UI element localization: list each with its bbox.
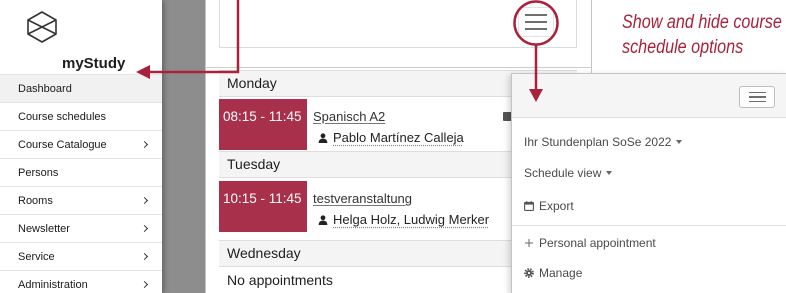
caret-down-icon [606, 171, 613, 175]
hamburger-icon-line [748, 96, 766, 98]
plus-icon [525, 239, 533, 247]
sidebar-item-label: Course Catalogue [18, 139, 107, 151]
sidebar: myStudy Dashboard Course schedules Cours… [0, 0, 162, 293]
chevron-right-icon [140, 224, 149, 233]
caret-down-icon [676, 140, 683, 144]
gear-icon [524, 268, 534, 278]
manage-label: Manage [539, 266, 583, 280]
schedule-view-label: Schedule view [524, 166, 602, 180]
sidebar-item-course-catalogue[interactable]: Course Catalogue [0, 130, 162, 158]
annotation-line: schedule options [622, 37, 744, 58]
sidebar-item-label: Course schedules [18, 111, 107, 123]
no-appointments-text: No appointments [227, 272, 333, 288]
person-icon [318, 133, 328, 143]
mystudy-logo-icon [27, 11, 57, 43]
options-menu-toggle-button[interactable] [739, 86, 775, 108]
schedule-options-panel: Ihr Stundenplan SoSe 2022 Schedule view … [511, 73, 786, 293]
sidebar-item-label: Newsletter [18, 223, 70, 235]
event-title-link[interactable]: Spanisch A2 [313, 109, 385, 125]
export-label: Export [539, 199, 574, 213]
sidebar-item-administration[interactable]: Administration [0, 270, 162, 293]
annotation-line: Show and hide course [622, 12, 782, 33]
personal-appointment-button[interactable]: Personal appointment [524, 233, 656, 253]
calendar-icon [524, 201, 534, 211]
sidebar-item-newsletter[interactable]: Newsletter [0, 214, 162, 242]
personal-appointment-label: Personal appointment [539, 236, 656, 250]
schedule-view-dropdown[interactable]: Schedule view [524, 163, 613, 183]
sidebar-item-course-schedules[interactable]: Course schedules [0, 102, 162, 130]
sidebar-item-persons[interactable]: Persons [0, 158, 162, 186]
sidebar-item-rooms[interactable]: Rooms [0, 186, 162, 214]
export-button[interactable]: Export [524, 196, 574, 216]
chevron-right-icon [140, 252, 149, 261]
sidebar-item-label: Dashboard [18, 83, 72, 95]
event-person-link[interactable]: Helga Holz, Ludwig Merker [333, 212, 489, 227]
tutorial-screenshot: myStudy Dashboard Course schedules Cours… [0, 0, 786, 293]
logo-text: myStudy [62, 55, 126, 72]
event-title-link[interactable]: testveranstaltung [313, 191, 412, 207]
hamburger-icon-line [525, 28, 547, 30]
options-divider [512, 225, 786, 226]
options-panel-header [512, 74, 786, 118]
chevron-right-icon [140, 280, 149, 289]
event-person-link[interactable]: Pablo Martínez Calleja [333, 130, 464, 145]
toolbar-divider [206, 67, 591, 68]
event-time: 08:15 - 11:45 [219, 99, 307, 150]
sidebar-item-label: Rooms [18, 195, 53, 207]
annotation-text: Show and hide course schedule options [622, 10, 782, 60]
sidebar-item-label: Administration [18, 279, 88, 291]
chevron-right-icon [140, 140, 149, 149]
sidebar-menu: Dashboard Course schedules Course Catalo… [0, 74, 162, 293]
event-time: 10:15 - 11:45 [219, 181, 307, 232]
chevron-right-icon [140, 196, 149, 205]
hamburger-icon-line [748, 91, 766, 94]
person-icon [318, 215, 328, 225]
schedule-options-toggle-button[interactable] [518, 7, 554, 37]
manage-button[interactable]: Manage [524, 263, 582, 283]
event-persons: Pablo Martínez Calleja [318, 130, 464, 146]
event-persons: Helga Holz, Ludwig Merker [318, 212, 489, 228]
sidebar-item-label: Persons [18, 167, 59, 179]
sidebar-item-label: Service [18, 251, 55, 263]
sidebar-item-service[interactable]: Service [0, 242, 162, 270]
hamburger-icon-line [748, 100, 766, 103]
schedule-selector-label: Ihr Stundenplan SoSe 2022 [524, 135, 672, 149]
hamburger-icon-line [525, 21, 547, 23]
sidebar-item-dashboard[interactable]: Dashboard [0, 74, 162, 102]
hamburger-icon-line [525, 14, 547, 16]
schedule-selector-dropdown[interactable]: Ihr Stundenplan SoSe 2022 [524, 132, 683, 152]
